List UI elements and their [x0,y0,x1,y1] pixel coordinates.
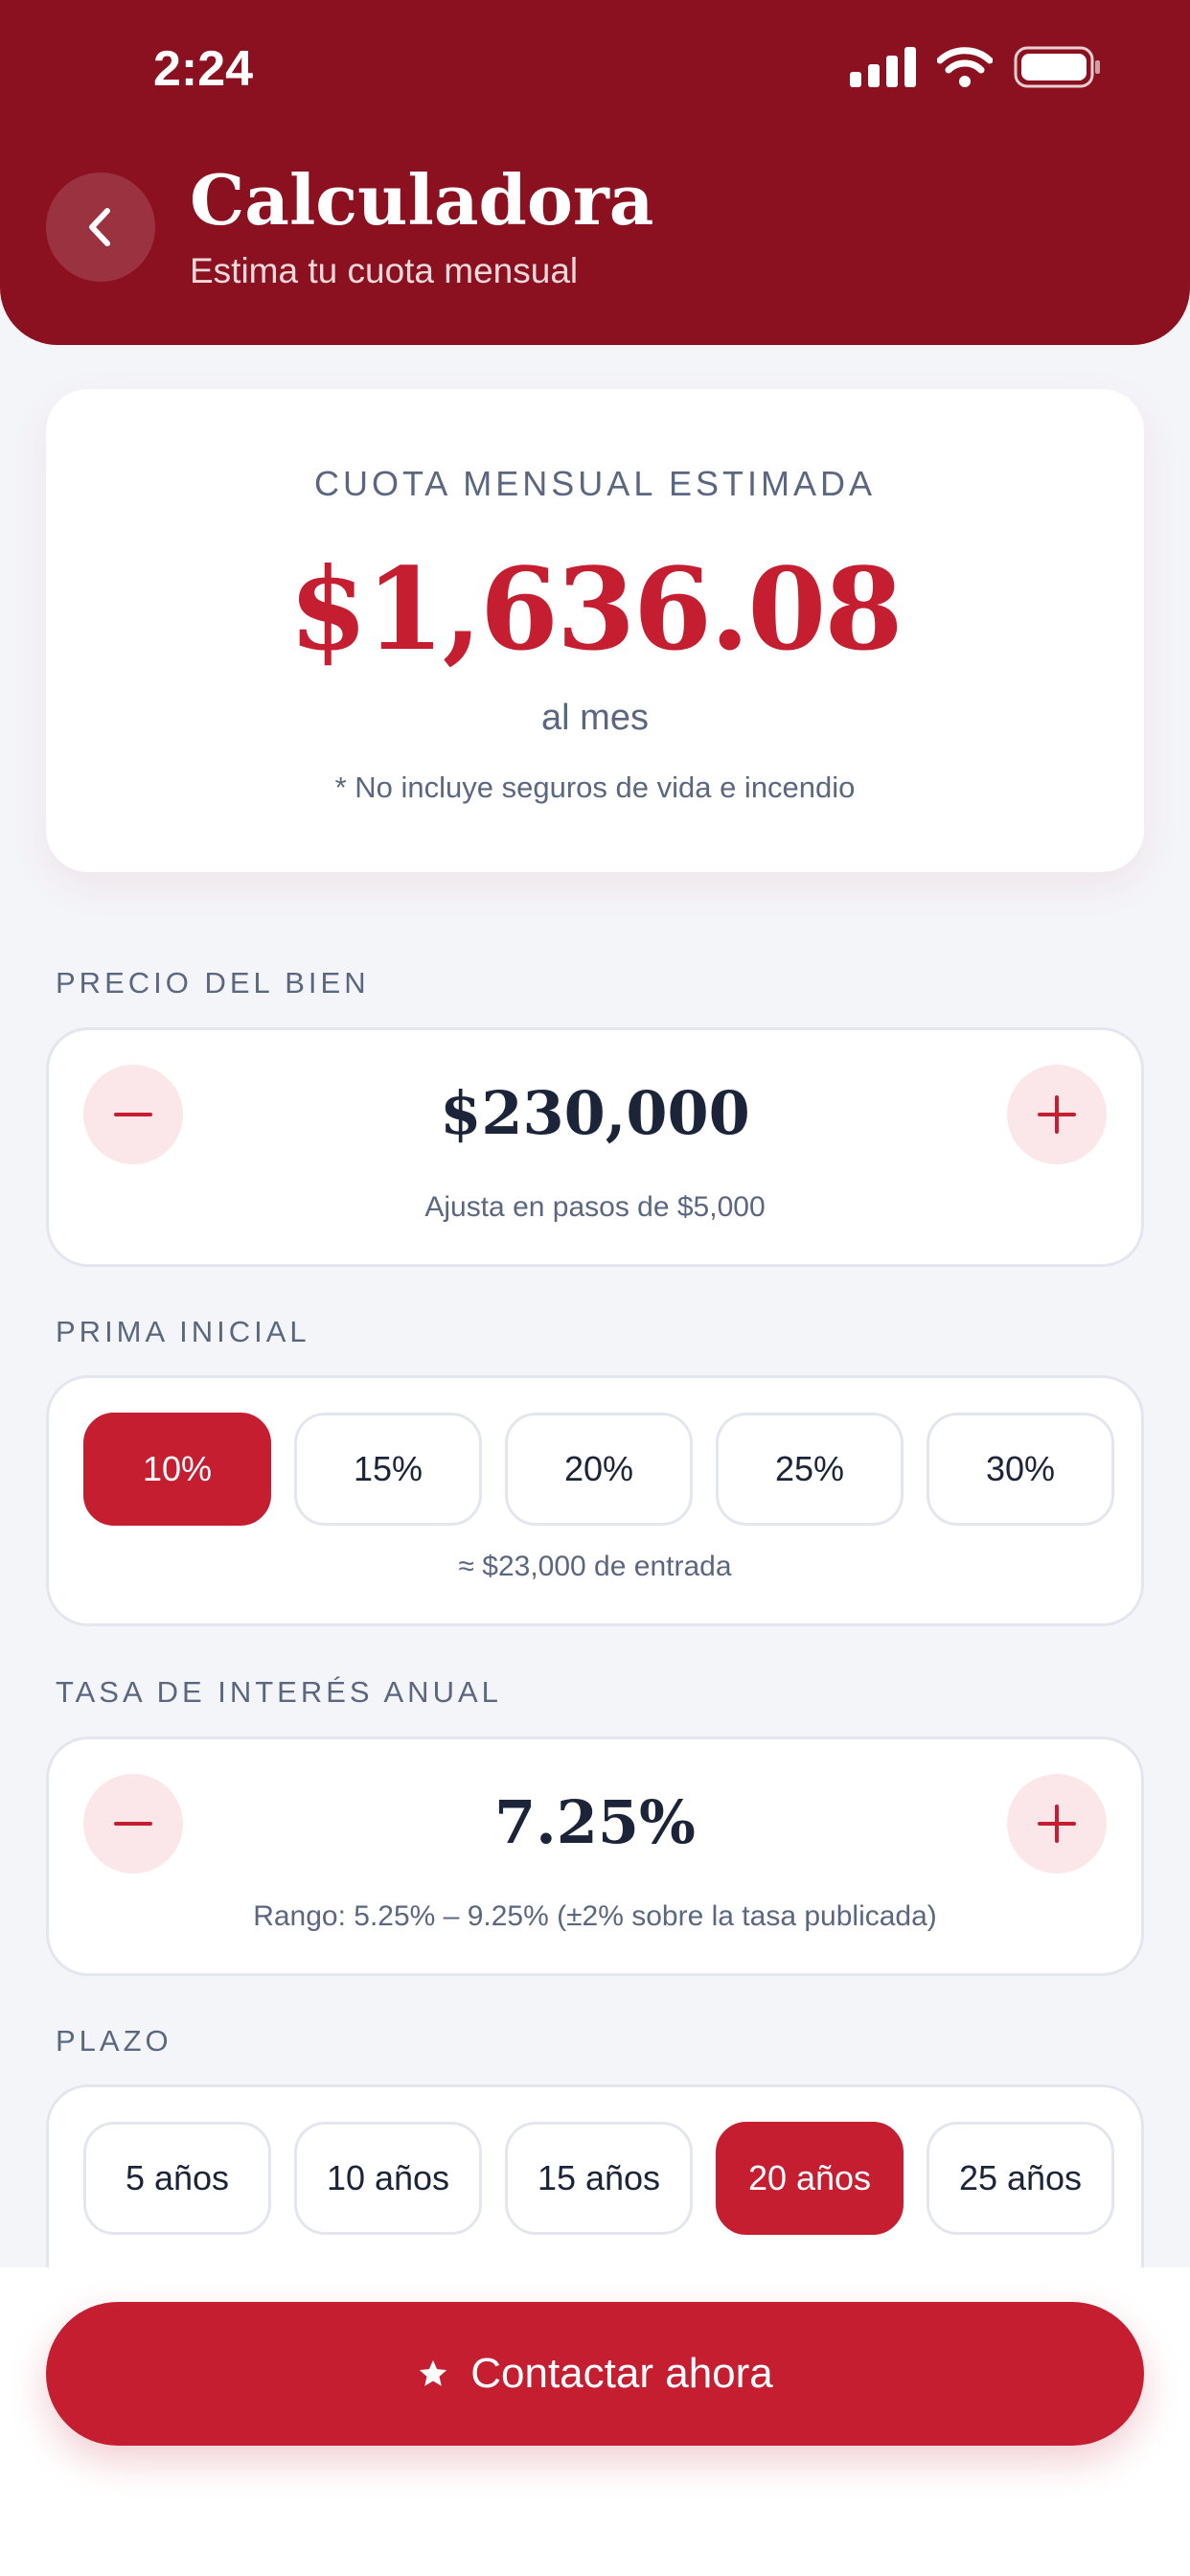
plus-icon [1038,1095,1076,1134]
page-subtitle: Estima tu cuota mensual [190,251,579,290]
price-step-hint: Ajusta en pasos de $5,000 [424,1191,766,1223]
status-time: 2:24 [153,41,254,97]
battery-icon [1014,46,1100,88]
contact-now-button[interactable]: Contactar ahora [46,2302,1144,2446]
price-stepper: $230,000 Ajusta en pasos de $5,000 [46,1027,1144,1267]
back-button[interactable] [46,172,155,282]
down-payment-panel: 10% 15% 20% 25% 30% ≈ $23,000 de entrada [46,1375,1144,1626]
signal-icon [850,47,916,87]
down-payment-label: PRIMA INICIAL [56,1315,310,1348]
monthly-payment-period: al mes [541,698,649,738]
term-option-15[interactable]: 15 años [505,2122,693,2235]
down-payment-hint: ≈ $23,000 de entrada [458,1551,732,1582]
term-label: PLAZO [56,2024,172,2058]
interest-stepper: 7.25% Rango: 5.25% – 9.25% (±2% sobre la… [46,1736,1144,1976]
down-payment-option-20[interactable]: 20% [505,1413,693,1526]
price-label: PRECIO DEL BIEN [56,966,370,1000]
monthly-payment-label: CUOTA MENSUAL ESTIMADA [313,464,877,503]
contact-now-label: Contactar ahora [470,2350,773,2397]
wifi-icon [937,47,993,87]
down-payment-option-15[interactable]: 15% [294,1413,482,1526]
chevron-left-icon [89,208,110,246]
monthly-payment-amount: $1,636.08 [288,542,904,676]
term-options: 5 años 10 años 15 años 20 años 25 años [83,2122,1114,2235]
plus-icon [1038,1805,1076,1843]
interest-range-hint: Rango: 5.25% – 9.25% (±2% sobre la tasa … [253,1900,937,1932]
down-payment-option-25[interactable]: 25% [716,1413,904,1526]
header: 2:24 Calculadora Estima tu cuota mensual [0,0,1190,345]
interest-increase-button[interactable] [1007,1774,1107,1874]
page-title: Calculadora [190,159,654,241]
price-value: $230,000 [440,1078,750,1148]
term-option-25[interactable]: 25 años [927,2122,1114,2235]
status-icons [850,46,1102,88]
term-option-10[interactable]: 10 años [294,2122,482,2235]
star-icon [420,2359,447,2386]
term-option-5[interactable]: 5 años [83,2122,271,2235]
down-payment-options: 10% 15% 20% 25% 30% [83,1413,1114,1526]
down-payment-option-30[interactable]: 30% [927,1413,1114,1526]
term-option-20[interactable]: 20 años [716,2122,904,2235]
price-increase-button[interactable] [1007,1065,1107,1164]
calculator-screen: 2:24 Calculadora Estima tu cuota mensual [0,0,1190,2576]
interest-label: TASA DE INTERÉS ANUAL [56,1675,502,1709]
monthly-payment-card: CUOTA MENSUAL ESTIMADA $1,636.08 al mes … [46,389,1144,872]
insurance-note: * No incluye seguros de vida e incendio [334,770,856,804]
down-payment-option-10[interactable]: 10% [83,1413,271,1526]
interest-value: 7.25% [494,1787,696,1857]
